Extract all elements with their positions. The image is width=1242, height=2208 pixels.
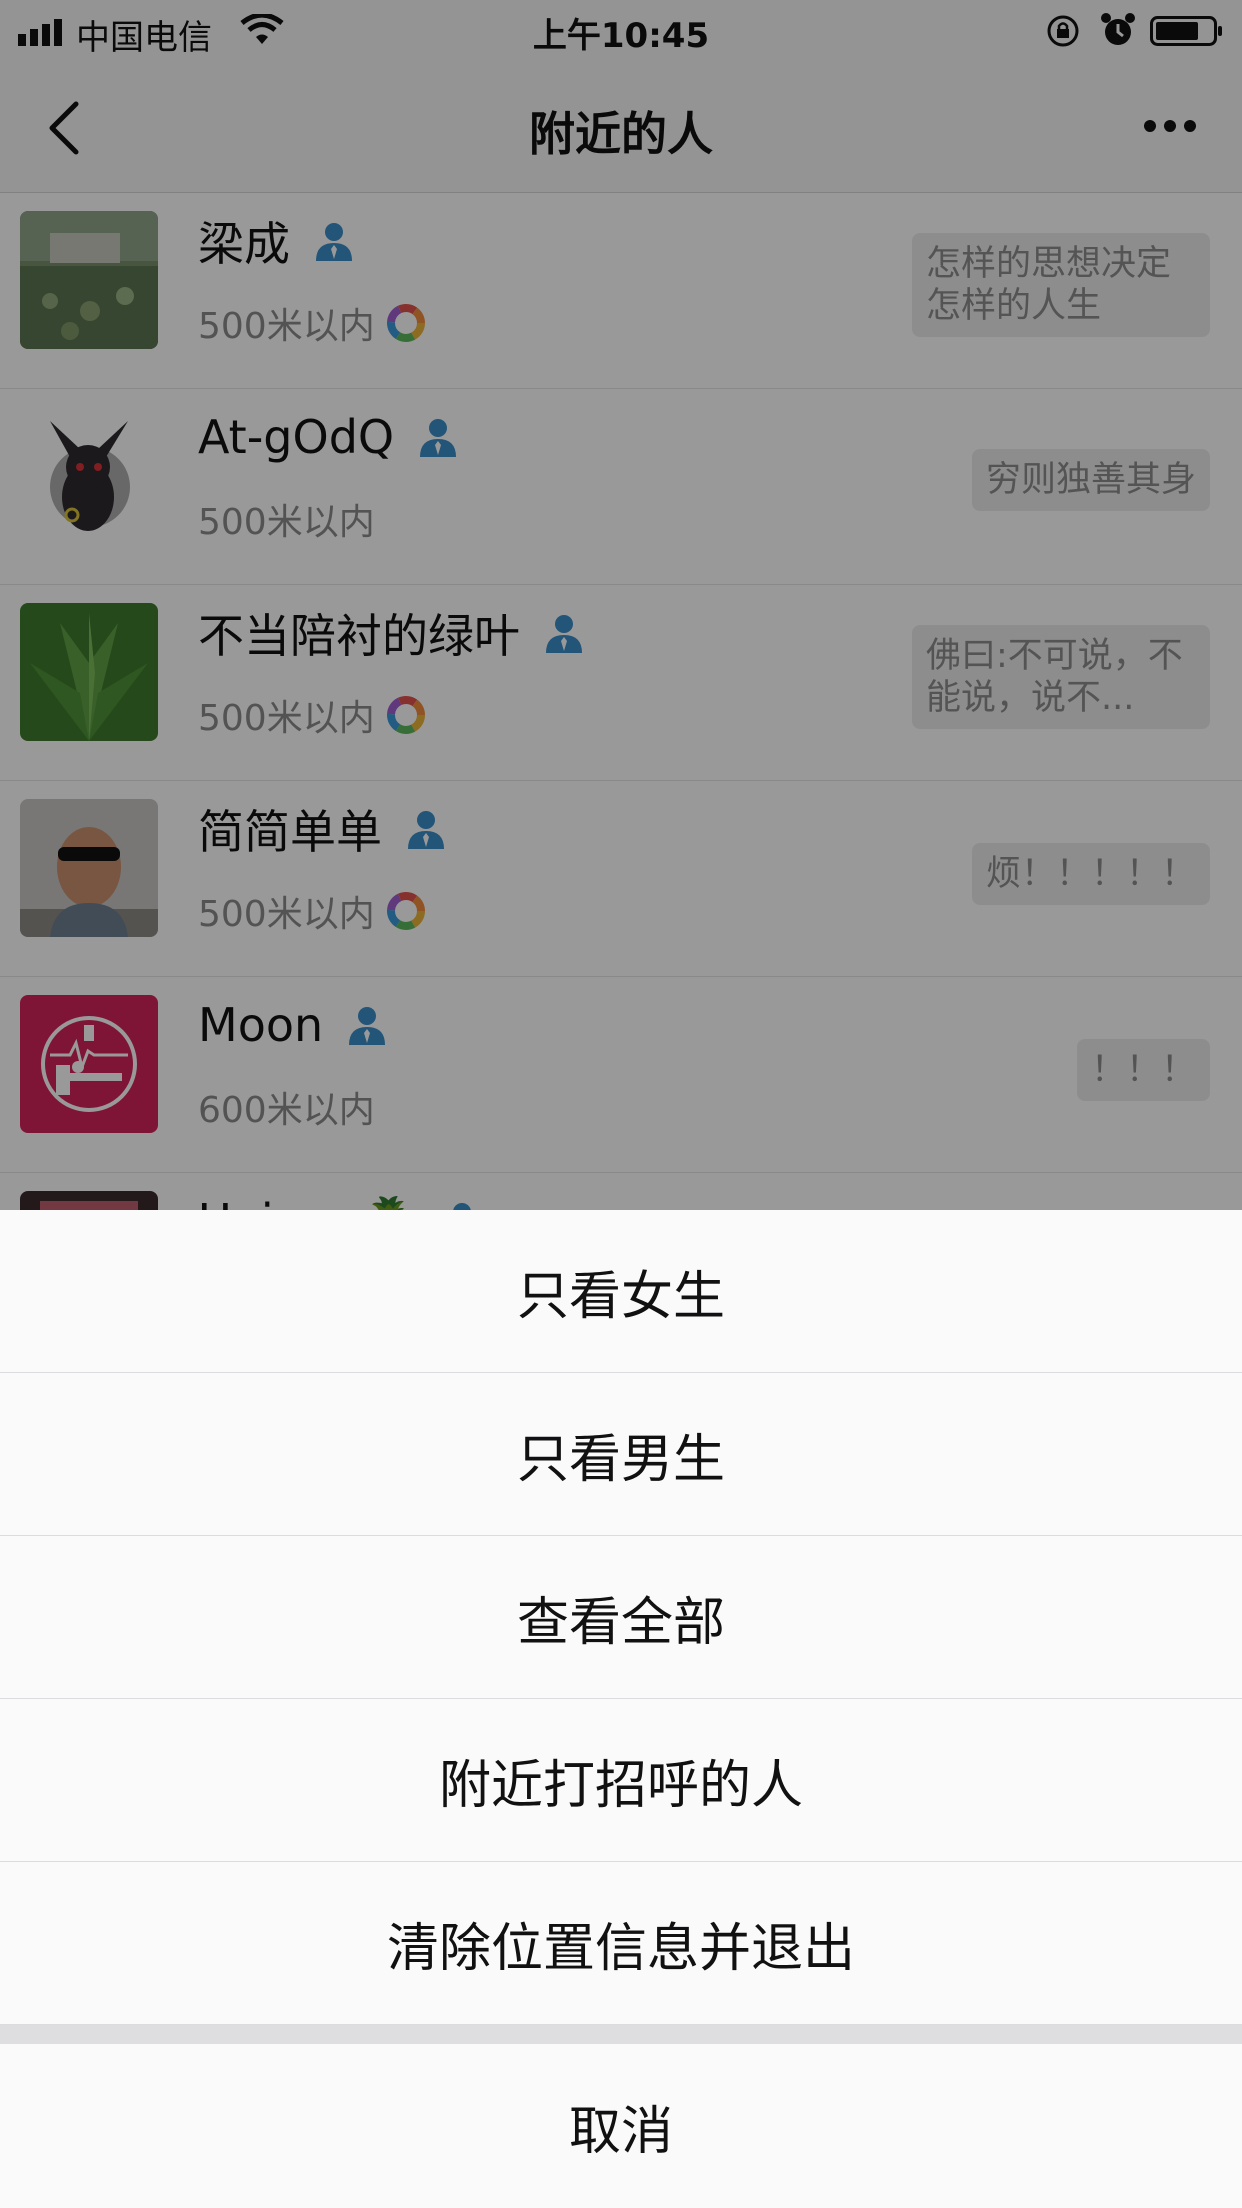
- only-male-option[interactable]: 只看男生: [0, 1373, 1242, 1536]
- cancel-button[interactable]: 取消: [0, 2044, 1242, 2208]
- clear-location-exit-option[interactable]: 清除位置信息并退出: [0, 1862, 1242, 2025]
- sheet-separator: [0, 2025, 1242, 2044]
- view-all-option[interactable]: 查看全部: [0, 1536, 1242, 1699]
- only-female-option[interactable]: 只看女生: [0, 1210, 1242, 1373]
- action-sheet: 只看女生 只看男生 查看全部 附近打招呼的人 清除位置信息并退出 取消: [0, 1210, 1242, 2208]
- nearby-greetings-option[interactable]: 附近打招呼的人: [0, 1699, 1242, 1862]
- modal-dim-overlay[interactable]: [0, 0, 1242, 1210]
